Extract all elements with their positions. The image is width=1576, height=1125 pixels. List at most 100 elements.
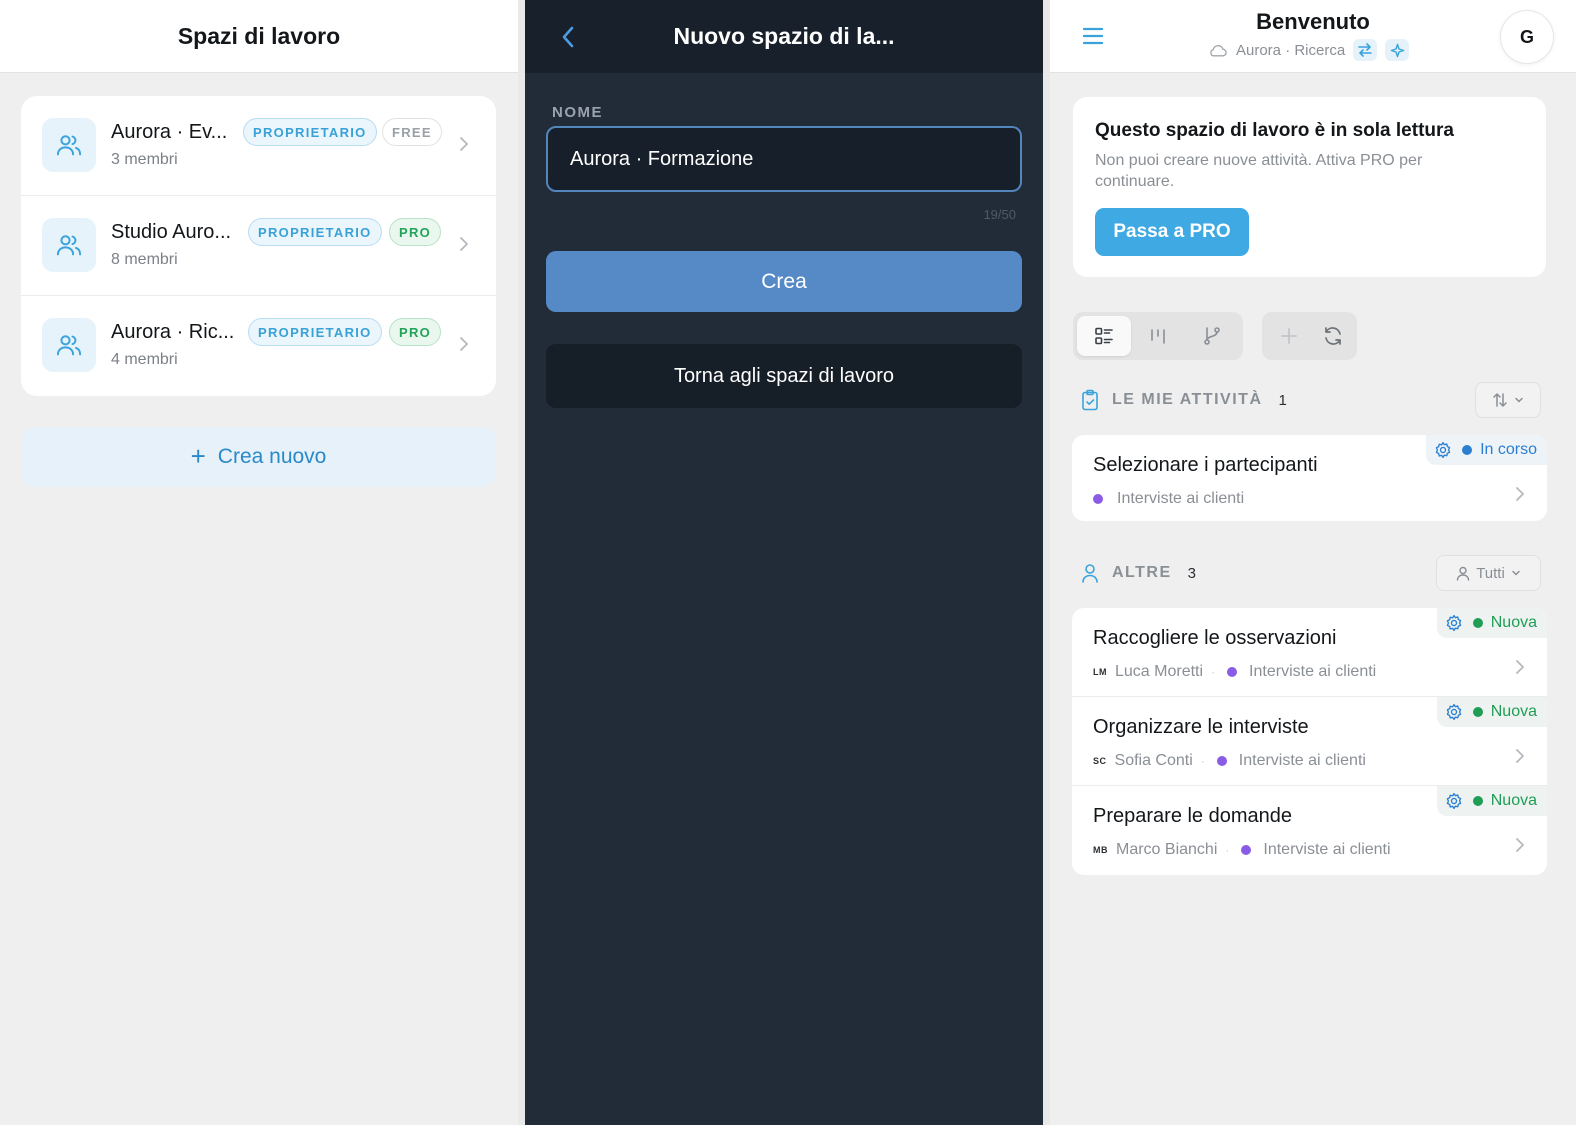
section-count: 1	[1278, 391, 1287, 409]
sort-button[interactable]	[1475, 382, 1541, 418]
workspace-subtitle: Aurora · Ricerca	[1236, 41, 1346, 59]
gear-icon	[1446, 792, 1461, 810]
dashboard-header: Benvenuto Aurora · Ricerca G	[1050, 0, 1576, 73]
status-dot	[1472, 618, 1483, 628]
create-new-label: Crea nuovo	[217, 445, 327, 468]
task-item[interactable]: Preparare le domande MB Marco Bianchi · …	[1072, 786, 1547, 875]
workspace-name: Aurora · Ev...	[111, 121, 228, 143]
view-switcher	[1073, 312, 1243, 360]
user-avatar[interactable]: G	[1500, 10, 1554, 64]
chevron-right-icon	[460, 237, 468, 251]
project-dot	[1216, 756, 1227, 766]
assignee-initials: MB	[1093, 845, 1108, 855]
chevron-right-icon	[1516, 487, 1524, 501]
separator: ·	[1200, 754, 1205, 768]
page-title: Nuovo spazio di la...	[673, 23, 895, 49]
status-label: Nuova	[1490, 614, 1537, 631]
workspace-list: Aurora · Ev... 3 membri PROPRIETARIO FRE…	[21, 96, 496, 396]
character-counter: 19/50	[983, 207, 1016, 222]
users-icon	[42, 118, 96, 172]
chevron-right-icon	[460, 337, 468, 351]
workspace-row[interactable]: Studio Auro... 8 membri PROPRIETARIO PRO	[21, 196, 496, 296]
task-project: Interviste ai clienti	[1238, 752, 1366, 769]
board-view-icon[interactable]	[1131, 316, 1185, 356]
gear-icon	[1435, 441, 1451, 459]
panel-divider	[518, 0, 525, 1125]
task-meta: LM Luca Moretti · Interviste ai clienti	[1093, 663, 1376, 681]
page-title: Benvenuto	[1256, 9, 1370, 34]
chevron-right-icon	[460, 137, 468, 151]
gear-icon	[1446, 614, 1461, 632]
readonly-text: Non puoi creare nuove attività. Attiva P…	[1095, 152, 1423, 190]
back-to-workspaces-button[interactable]: Torna agli spazi di lavoro	[546, 344, 1022, 408]
plan-badge: FREE	[382, 118, 442, 146]
workspace-row[interactable]: Aurora · Ric... 4 membri PROPRIETARIO PR…	[21, 296, 496, 396]
project-dot	[1093, 494, 1103, 504]
create-new-button[interactable]: + Crea nuovo	[21, 427, 496, 487]
task-title: Selezionare i partecipanti	[1093, 454, 1318, 476]
chevron-right-icon	[1516, 749, 1524, 763]
task-item[interactable]: Organizzare le interviste SC Sofia Conti…	[1072, 697, 1547, 786]
task-title: Organizzare le interviste	[1093, 716, 1309, 738]
user-icon	[1456, 566, 1470, 581]
workspace-name: Aurora · Ric...	[111, 321, 235, 343]
role-badge: PROPRIETARIO	[243, 118, 377, 146]
sort-icon	[1493, 393, 1507, 407]
list-view-icon[interactable]	[1077, 316, 1131, 356]
filter-label: Tutti	[1476, 564, 1505, 582]
workspace-row[interactable]: Aurora · Ev... 3 membri PROPRIETARIO FRE…	[21, 96, 496, 196]
swap-icon[interactable]	[1353, 39, 1378, 61]
readonly-notice-card: Questo spazio di lavoro è in sola lettur…	[1073, 97, 1546, 277]
user-icon	[1082, 564, 1098, 583]
clipboard-icon	[1082, 389, 1098, 411]
new-workspace-header: Nuovo spazio di la...	[525, 0, 1043, 73]
task-assignee: Marco Bianchi	[1116, 841, 1218, 858]
separator: ·	[1211, 665, 1216, 679]
my-tasks-header: LE MIE ATTIVITÀ 1	[1080, 389, 1287, 411]
task-project: Interviste ai clienti	[1263, 841, 1391, 858]
task-project: Interviste ai clienti	[1117, 490, 1245, 507]
task-item[interactable]: Raccogliere le osservazioni LM Luca More…	[1072, 608, 1547, 697]
separator: ·	[1225, 843, 1230, 857]
branch-view-icon[interactable]	[1185, 316, 1239, 356]
users-icon	[42, 218, 96, 272]
new-workspace-panel: Nuovo spazio di la... NOME 19/50 Crea To…	[525, 0, 1043, 1125]
task-title: Preparare le domande	[1093, 805, 1293, 827]
refresh-icon[interactable]	[1306, 316, 1360, 356]
workspace-name-input[interactable]	[546, 126, 1022, 192]
cloud-icon	[1210, 45, 1227, 57]
create-button[interactable]: Crea	[546, 251, 1022, 312]
other-tasks-list: Raccogliere le osservazioni LM Luca More…	[1072, 608, 1547, 875]
assignee-filter[interactable]: Tutti	[1436, 555, 1541, 591]
status-badge: Nuova	[1436, 697, 1547, 727]
workspace-members: 4 membri	[111, 351, 178, 368]
status-badge: In corso	[1426, 435, 1547, 465]
upgrade-pro-button[interactable]: Passa a PRO	[1095, 208, 1249, 256]
workspace-switcher[interactable]: Aurora · Ricerca	[1208, 39, 1410, 61]
back-arrow-icon[interactable]	[557, 24, 579, 50]
task-assignee: Sofia Conti	[1114, 752, 1193, 769]
chevron-right-icon	[1516, 838, 1524, 852]
task-item[interactable]: Selezionare i partecipanti Interviste ai…	[1072, 435, 1547, 521]
chevron-right-icon	[1516, 660, 1524, 674]
status-label: Nuova	[1490, 703, 1537, 720]
users-icon	[42, 318, 96, 372]
task-meta: SC Sofia Conti · Interviste ai clienti	[1093, 752, 1366, 770]
task-project: Interviste ai clienti	[1249, 663, 1377, 680]
task-meta: MB Marco Bianchi · Interviste ai clienti	[1093, 841, 1391, 859]
status-dot	[1462, 445, 1473, 455]
section-title: ALTRE	[1112, 564, 1172, 581]
workspace-members: 3 membri	[111, 151, 178, 168]
task-meta: Interviste ai clienti	[1093, 490, 1244, 508]
workspace-name: Studio Auro...	[111, 221, 232, 243]
my-tasks-list: Selezionare i partecipanti Interviste ai…	[1072, 435, 1547, 521]
status-badge: Nuova	[1436, 786, 1547, 816]
page-title: Spazi di lavoro	[177, 22, 341, 49]
chevron-down-icon	[1512, 570, 1520, 576]
project-dot	[1227, 667, 1238, 677]
assignee-initials: SC	[1093, 756, 1107, 766]
status-label: Nuova	[1490, 792, 1537, 809]
chevron-down-icon	[1515, 397, 1523, 403]
status-badge: Nuova	[1436, 608, 1547, 638]
sparkle-icon[interactable]	[1385, 39, 1410, 61]
